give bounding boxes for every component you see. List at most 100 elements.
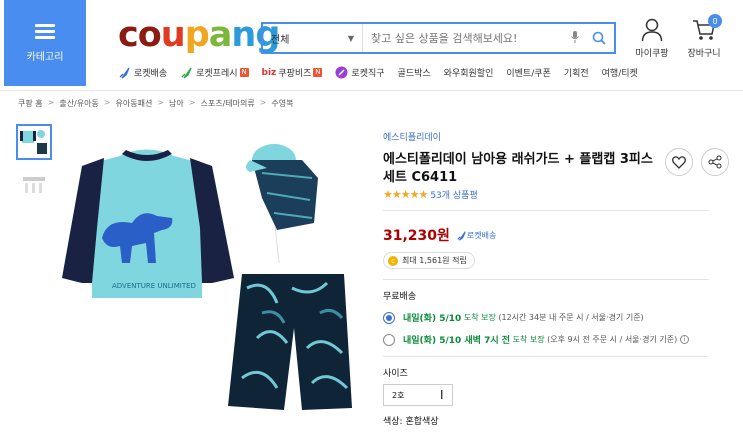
thumbnail-2[interactable] <box>16 168 52 204</box>
breadcrumb-item[interactable]: 수영복 <box>271 98 293 109</box>
size-select[interactable]: 2호 I <box>383 384 453 406</box>
thumbnail-list <box>16 124 52 212</box>
text-cursor-icon: I <box>440 388 444 402</box>
chevron-right-icon: > <box>259 98 267 107</box>
swim-shorts-illustration <box>228 274 352 410</box>
nav-item-label: 와우회원할인 <box>443 69 494 79</box>
nav-rocket-global[interactable]: 로켓직구 <box>335 66 385 79</box>
chevron-right-icon: > <box>188 98 196 107</box>
mypage-button[interactable]: 마이쿠팡 <box>624 18 680 59</box>
shipping-option-1[interactable]: 내일(화) 5/10 도착 보장 (12시간 34분 내 주문 시 / 서울·경… <box>383 311 733 324</box>
caret-down-icon: ▼ <box>347 33 354 43</box>
logo-letter: c <box>118 15 139 55</box>
delivery-guarantee: 도착 보장 <box>463 313 496 322</box>
nav-rocket-fresh[interactable]: 로켓프레시 N <box>180 66 249 79</box>
divider <box>383 356 709 357</box>
shipping-option-2[interactable]: 내일(화) 5/10 새벽 7시 전 도착 보장 (오후 9시 전 주문 시 /… <box>383 333 733 346</box>
nav-item-label: 이벤트/쿠폰 <box>506 69 551 79</box>
user-icon <box>641 18 663 42</box>
action-buttons <box>665 148 729 176</box>
nav-item-label: 로켓배송 <box>134 69 168 79</box>
delivery-date: 내일(화) 5/10 새벽 7시 전 <box>403 336 511 346</box>
rocket-icon <box>119 67 130 79</box>
nav-events[interactable]: 이벤트/쿠폰 <box>506 66 550 79</box>
logo-letter: o <box>137 15 162 55</box>
nav-wow-discount[interactable]: 와우회원할인 <box>444 66 494 79</box>
nav-travel[interactable]: 여행/티켓 <box>602 66 638 79</box>
points-label: 최대 1,561원 적립 <box>402 256 467 265</box>
category-menu-button[interactable]: 카테고리 <box>4 0 86 86</box>
product-title: 에스티폴리데이 남아용 래쉬가드 + 플랩캡 3피스 세트 C6411 <box>383 152 653 185</box>
brand-link[interactable]: 에스티폴리데이 <box>383 130 733 143</box>
nav-goldbox[interactable]: 골드박스 <box>398 66 431 79</box>
header: 카테고리 coupang 전체 ▼ 마이쿠팡 장바구니 0 로켓배송 로켓프 <box>0 0 743 90</box>
radio-selected[interactable] <box>383 311 395 324</box>
rocket-delivery-badge: 로켓배송 <box>456 230 496 241</box>
color-label: 색상: 혼합색상 <box>383 417 439 427</box>
search-bar: 전체 ▼ <box>261 22 616 54</box>
nav-item-label: 쿠팡비즈 <box>278 69 312 79</box>
nav-item-label: 로켓직구 <box>351 69 385 79</box>
heart-icon <box>672 155 686 169</box>
delivery-guarantee: 도착 보장 <box>512 335 545 344</box>
search-category-select[interactable]: 전체 ▼ <box>263 24 363 52</box>
radio-unselected[interactable] <box>383 333 395 346</box>
logo-letter: n <box>231 15 256 55</box>
coupang-logo[interactable]: coupang <box>118 13 280 57</box>
rocket-tag-label: 로켓배송 <box>466 230 497 240</box>
header-divider <box>0 90 743 91</box>
search-category-value: 전체 <box>271 34 290 46</box>
rating: ★★★★★ 53개 상품평 <box>383 188 733 201</box>
nav-item-label: 여행/티켓 <box>601 69 638 79</box>
breadcrumb-item[interactable]: 유아동패션 <box>116 98 153 109</box>
new-badge: N <box>239 68 249 77</box>
size-value: 2호 <box>392 390 405 400</box>
review-count-link[interactable]: 53개 상품평 <box>430 188 477 201</box>
thumbnail-1[interactable] <box>16 124 52 160</box>
breadcrumb-item[interactable]: 스포츠/테마의류 <box>200 98 254 109</box>
biz-logo-icon: biz <box>261 67 277 78</box>
logo-letter: p <box>184 15 210 55</box>
delivery-note: (12시간 34분 내 주문 시 / 서울·경기 기준) <box>498 313 644 322</box>
nav-item-label: 기획전 <box>563 69 589 79</box>
breadcrumb-item[interactable]: 남아 <box>169 98 184 109</box>
shipping-fee-label: 무료배송 <box>383 292 417 302</box>
cart-button[interactable]: 장바구니 0 <box>676 14 732 59</box>
price-row: 31,230원 로켓배송 <box>383 225 733 245</box>
nav-coupang-biz[interactable]: biz 쿠팡비즈 N <box>262 66 323 79</box>
wishlist-button[interactable] <box>665 148 693 176</box>
nav-item-label: 로켓프레시 <box>196 69 238 79</box>
share-button[interactable] <box>701 148 729 176</box>
share-icon <box>708 155 722 169</box>
cash-reward-badge: c 최대 1,561원 적립 <box>383 252 475 269</box>
nav-rocket-delivery[interactable]: 로켓배송 <box>118 66 167 79</box>
chevron-right-icon: > <box>157 98 165 107</box>
cart-label: 장바구니 <box>687 49 721 59</box>
info-icon[interactable]: i <box>680 335 690 344</box>
star-rating-icon: ★★★★★ <box>383 188 428 201</box>
chevron-right-icon: > <box>103 98 111 107</box>
mypage-label: 마이쿠팡 <box>635 49 669 59</box>
graphic-text: ADVENTURE UNLIMITED <box>112 282 196 290</box>
product-main-image[interactable]: ADVENTURE UNLIMITED <box>62 138 362 410</box>
nav-exhibitions[interactable]: 기획전 <box>564 66 589 79</box>
coin-icon: c <box>388 255 398 266</box>
divider <box>383 279 709 280</box>
breadcrumb-item[interactable]: 쿠팡 홈 <box>18 98 43 109</box>
rocket-global-icon <box>335 66 348 79</box>
category-nav: 로켓배송 로켓프레시 N biz 쿠팡비즈 N 로켓직구 골드박스 와우회원할인… <box>118 66 651 79</box>
divider <box>383 210 709 211</box>
delivery-note: (오후 9시 전 주문 시 / 서울·경기 기준) <box>547 335 678 344</box>
rash-guard-illustration: ADVENTURE UNLIMITED <box>62 149 234 298</box>
breadcrumb-item[interactable]: 출산/유아동 <box>59 98 99 109</box>
search-input[interactable] <box>363 24 566 52</box>
nav-item-label: 골드박스 <box>397 69 431 79</box>
rocket-fresh-icon <box>181 67 192 79</box>
logo-letter: u <box>160 15 186 55</box>
logo-letter: a <box>208 15 233 55</box>
flap-cap-illustration <box>246 144 318 264</box>
microphone-icon[interactable] <box>566 30 584 46</box>
search-button[interactable] <box>584 24 614 52</box>
category-label: 카테고리 <box>26 51 64 63</box>
hamburger-icon <box>35 23 55 39</box>
